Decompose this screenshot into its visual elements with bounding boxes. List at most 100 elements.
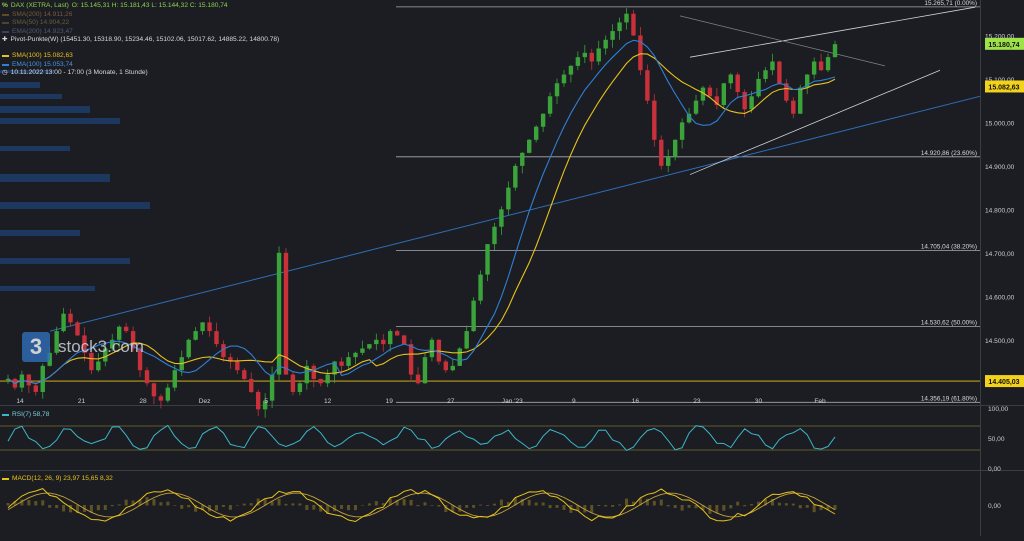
y-tick-label: 14.600,00 (985, 294, 1015, 301)
rsi-tick-label: 100,00 (988, 406, 1009, 413)
fib-level-label: 14.705,04 (38.20%) (921, 244, 977, 251)
volume-profile-bar (0, 230, 80, 236)
candle-body (603, 39, 608, 49)
candle-body (144, 370, 150, 384)
macd-legend: MACD(12, 26, 9) 23,97 15,65 8,32 (2, 475, 113, 482)
x-tick-label: 27 (447, 398, 455, 405)
candle-body (318, 378, 323, 384)
candle-body (798, 87, 803, 114)
candle-body (631, 13, 636, 36)
candle-body (811, 61, 817, 75)
y-tick-label: 15.000,00 (985, 120, 1015, 127)
candle-body (589, 52, 594, 62)
macd-histogram-bar (416, 505, 420, 507)
volume-profile-bar (0, 202, 150, 209)
instrument-title[interactable]: DAX (XETRA, Last) (11, 2, 69, 11)
macd-histogram-bar (423, 502, 427, 506)
fib-level-label: 15.265,71 (0.00%) (924, 0, 977, 7)
candle-body (422, 357, 428, 384)
candle-body (235, 361, 240, 371)
macd-histogram-bar (62, 505, 66, 512)
candle-body (652, 100, 657, 140)
logo-text: stock3.com (58, 337, 144, 356)
candle-body (408, 344, 414, 375)
candle-body (735, 74, 740, 92)
macd-tick-label: 0,00 (988, 503, 1001, 510)
macd-histogram-bar (284, 503, 288, 506)
rsi-legend: RSI(7) 58,78 (2, 411, 49, 418)
fib-level-label: 14.356,19 (61.80%) (921, 395, 977, 402)
macd-histogram-bar (597, 505, 601, 507)
macd-histogram-bar (242, 503, 246, 506)
rsi-label[interactable]: RSI(7) 58,78 (12, 411, 49, 418)
x-tick-label: Dez (199, 398, 211, 405)
macd-histogram-bar (743, 505, 747, 507)
candle-body (575, 57, 581, 66)
candle-body (429, 339, 435, 358)
candle-body (401, 335, 407, 345)
macd-histogram-bar (625, 498, 629, 506)
candle-body (464, 331, 469, 349)
ema100-label[interactable]: EMA(100) 15.053,74 (12, 61, 73, 70)
macd-histogram-bar (604, 505, 608, 507)
macd-histogram-bar (541, 502, 545, 506)
candle-body (485, 244, 490, 275)
candle-body (818, 61, 824, 71)
y-tick-label: 14.900,00 (985, 164, 1015, 171)
candle-body (374, 339, 379, 345)
sma50-label[interactable]: SMA(50) 14.904,22 (12, 19, 69, 28)
candle-body (561, 74, 567, 84)
candle-body (506, 187, 511, 210)
macd-histogram-bar (659, 499, 663, 506)
sma200-label[interactable]: SMA(200) 14.911,26 (12, 11, 72, 20)
candle-body (624, 13, 629, 23)
ema200-label[interactable]: EMA(200) 14.923,47 (12, 28, 73, 37)
macd-histogram-bar (555, 505, 559, 508)
macd-histogram-bar (235, 505, 239, 506)
macd-histogram-bar (277, 498, 281, 506)
candle-body (172, 370, 177, 388)
candle-body (749, 96, 754, 110)
ema100-swatch (2, 63, 9, 66)
candle-body (360, 348, 365, 353)
macd-histogram-bar (347, 505, 351, 511)
candle-body (242, 370, 247, 379)
timeframe-label[interactable]: 10.11.2022 13:00 - 17:00 (3 Monate, 1 St… (11, 69, 148, 78)
macd-histogram-bar (124, 499, 128, 506)
macd-histogram-bar (103, 505, 107, 510)
candle-body (186, 339, 191, 358)
macd-histogram-bar (687, 505, 691, 508)
candle-body (666, 157, 671, 166)
x-tick-label: Jan '23 (502, 398, 523, 405)
candle-body (742, 91, 747, 110)
candle-body (353, 352, 358, 358)
macd-histogram-bar (374, 501, 378, 506)
candle-body (269, 374, 275, 401)
rsi-tick-label: 50,00 (988, 436, 1005, 443)
candle-body (207, 322, 212, 332)
macd-histogram-bar (486, 505, 490, 506)
candle-body (693, 100, 699, 114)
macd-histogram-bar (472, 505, 476, 508)
candle-body (791, 100, 796, 114)
macd-histogram-bar (715, 505, 719, 514)
candle-body (707, 87, 713, 97)
pivot-label[interactable]: Pivot-Punkte(W) (15451.30, 15318.90, 152… (11, 36, 280, 45)
channel-line-lower (689, 69, 941, 175)
macd-histogram-bar (673, 505, 677, 508)
macd-histogram-bar (41, 500, 45, 506)
candle-body (540, 113, 546, 127)
macd-histogram-bar (228, 505, 232, 510)
macd-histogram-bar (409, 499, 413, 506)
macd-label[interactable]: MACD(12, 26, 9) 23,97 15,65 8,32 (12, 475, 113, 482)
sma100-label[interactable]: SMA(100) 15.082,63 (12, 52, 73, 61)
x-tick-label: Feb (814, 398, 826, 405)
macd-histogram-bar (437, 505, 441, 507)
price-chart[interactable]: 15.265,71 (0.00%) 14.920,86 (23.60%) 14.70… (0, 0, 1024, 536)
ema200-swatch (2, 31, 9, 34)
candle-body (610, 31, 615, 40)
candle-body (33, 385, 38, 392)
fib-level-label: 14.920,86 (23.60%) (921, 150, 977, 157)
candle-body (513, 165, 518, 188)
macd-histogram-bar (340, 505, 344, 509)
